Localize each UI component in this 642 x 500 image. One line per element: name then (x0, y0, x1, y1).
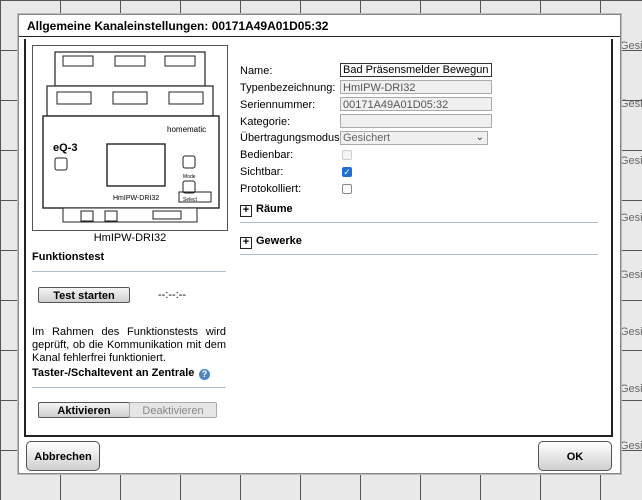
bedienbar-checkbox (342, 150, 352, 160)
help-icon[interactable]: ? (199, 369, 210, 380)
name-label: Name: (240, 65, 273, 77)
name-input[interactable] (340, 63, 492, 77)
plus-icon: + (240, 237, 252, 249)
device-image: homematic eQ-3 Mode Select HmIPW-DRI32 (32, 45, 228, 231)
raeume-label: Räume (256, 203, 293, 215)
device-mode-label: Mode (183, 174, 196, 180)
serial-label: Seriennummer: (240, 99, 316, 111)
transmission-label: Übertragungsmodus: (240, 132, 343, 144)
serial-field: 00171A49A01D05:32 (340, 97, 492, 111)
protokolliert-label: Protokolliert: (240, 183, 302, 195)
ok-button[interactable]: OK (538, 441, 612, 471)
cancel-button[interactable]: Abbrechen (26, 441, 100, 471)
bg-text: Gesic (620, 40, 642, 52)
bedienbar-label: Bedienbar: (240, 149, 294, 161)
divider (240, 222, 598, 223)
divider (32, 387, 226, 388)
category-field (340, 114, 492, 128)
plus-icon: + (240, 205, 252, 217)
bg-text: Gesic (620, 98, 642, 110)
device-model-label: HmIPW-DRI32 (113, 195, 159, 202)
divider (240, 254, 598, 255)
transmission-value: Gesichert (343, 132, 391, 144)
dialog-title: Allgemeine Kanaleinstellungen: 00171A49A… (19, 15, 620, 37)
bg-text: Gesic (620, 440, 642, 452)
protokolliert-checkbox[interactable] (342, 184, 352, 194)
funktionstest-title: Funktionstest (32, 251, 105, 263)
funktionstest-description: Im Rahmen des Funktionstests wird geprüf… (32, 326, 226, 364)
bg-text: Gesic (620, 155, 642, 167)
device-logo: eQ-3 (53, 142, 77, 154)
channel-settings-dialog: Allgemeine Kanaleinstellungen: 00171A49A… (18, 14, 621, 474)
device-brand: homematic (167, 125, 206, 134)
category-label: Kategorie: (240, 116, 291, 128)
sichtbar-checkbox[interactable]: ✓ (342, 167, 352, 177)
bg-text: Gesic (620, 269, 642, 281)
divider (32, 271, 226, 272)
test-time: --:--:-- (158, 289, 187, 301)
sichtbar-label: Sichtbar: (240, 166, 284, 178)
taster-title: Taster-/Schaltevent an Zentrale (32, 367, 195, 379)
activate-button[interactable]: Aktivieren (38, 402, 130, 418)
raeume-expander[interactable]: + Räume (240, 203, 293, 217)
chevron-down-icon: ⌄ (475, 132, 484, 143)
deactivate-button[interactable]: Deaktivieren (129, 402, 217, 418)
device-illustration: homematic eQ-3 Mode Select HmIPW-DRI32 (42, 51, 220, 223)
bg-text: Gesic (620, 383, 642, 395)
bg-text: Gesic (620, 326, 642, 338)
bg-text: Gesic (620, 212, 642, 224)
gewerke-expander[interactable]: + Gewerke (240, 235, 302, 249)
transmission-select[interactable]: Gesichert ⌄ (340, 131, 488, 145)
type-label: Typenbezeichnung: (240, 82, 336, 94)
device-caption: HmIPW-DRI32 (93, 232, 167, 244)
test-start-button[interactable]: Test starten (38, 287, 130, 303)
type-field: HmIPW-DRI32 (340, 80, 492, 94)
dialog-footer: Abbrechen OK (24, 437, 613, 471)
dialog-content: homematic eQ-3 Mode Select HmIPW-DRI32 H… (24, 39, 613, 437)
gewerke-label: Gewerke (256, 235, 302, 247)
